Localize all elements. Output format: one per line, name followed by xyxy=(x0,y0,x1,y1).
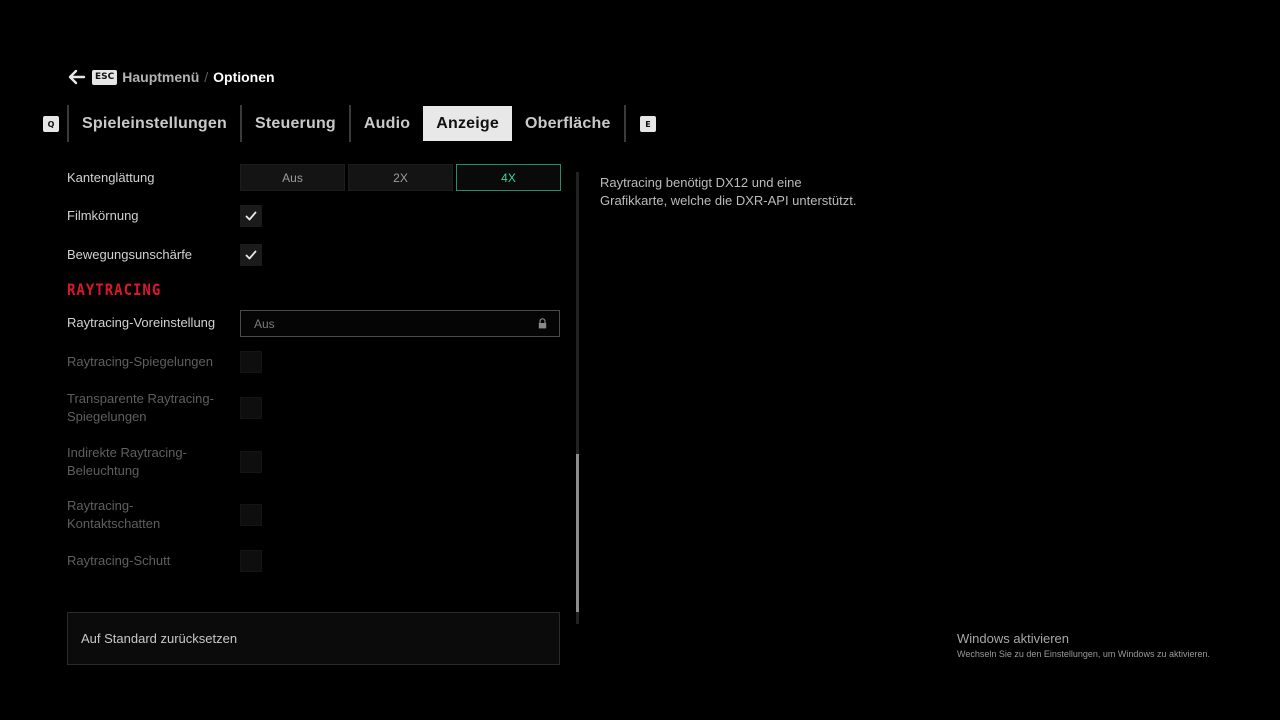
antialiasing-option-4x[interactable]: 4X xyxy=(456,164,561,191)
antialiasing-label: Kantenglättung xyxy=(67,170,155,185)
film-grain-label: Filmkörnung xyxy=(67,208,139,223)
settings-scrollbar-thumb[interactable] xyxy=(576,454,579,612)
rt-indirect-lighting-label: Indirekte Raytracing- Beleuchtung xyxy=(67,444,187,480)
windows-activation-title: Windows aktivieren xyxy=(957,631,1069,646)
checkmark-icon xyxy=(245,211,257,221)
tab-audio[interactable]: Audio xyxy=(351,106,423,141)
antialiasing-option-off[interactable]: Aus xyxy=(240,164,345,191)
rt-preset-value: Aus xyxy=(254,316,275,331)
rt-contact-shadows-label: Raytracing- Kontaktschatten xyxy=(67,497,160,533)
next-tab-key-badge[interactable]: E xyxy=(640,116,656,132)
breadcrumb-separator: / xyxy=(204,69,209,85)
film-grain-checkbox[interactable] xyxy=(240,205,262,227)
rt-transparent-reflections-label: Transparente Raytracing- Spiegelungen xyxy=(67,390,214,426)
tab-oberflaeche[interactable]: Oberfläche xyxy=(512,106,624,141)
motion-blur-label: Bewegungsunschärfe xyxy=(67,247,193,262)
description-line: Raytracing benötigt DX12 und eine xyxy=(600,175,802,190)
tab-spieleinstellungen[interactable]: Spieleinstellungen xyxy=(69,106,240,141)
motion-blur-checkbox[interactable] xyxy=(240,244,262,266)
label-line: Beleuchtung xyxy=(67,463,140,478)
label-line: Indirekte Raytracing- xyxy=(67,445,187,460)
rt-transparent-reflections-checkbox xyxy=(240,397,262,419)
rt-preset-label: Raytracing-Voreinstellung xyxy=(67,315,216,330)
label-line: Transparente Raytracing- xyxy=(67,391,214,406)
label-line: Spiegelungen xyxy=(67,409,147,424)
breadcrumb-current: Optionen xyxy=(213,69,275,85)
label-line: Kontaktschatten xyxy=(67,516,161,531)
rt-reflections-checkbox xyxy=(240,351,262,373)
label-line: Raytracing- xyxy=(67,498,134,513)
raytracing-section-title: RAYTRACING xyxy=(67,281,162,300)
esc-key-badge[interactable]: ESC xyxy=(92,69,118,85)
rt-debris-label: Raytracing-Schutt xyxy=(67,553,171,568)
windows-activation-subtitle: Wechseln Sie zu den Einstellungen, um Wi… xyxy=(957,649,1210,659)
arrow-left-icon[interactable] xyxy=(68,68,86,86)
prev-tab-key-badge[interactable]: Q xyxy=(43,116,59,132)
reset-defaults-button[interactable]: Auf Standard zurücksetzen xyxy=(67,612,560,665)
tab-divider xyxy=(623,105,626,142)
rt-reflections-label: Raytracing-Spiegelungen xyxy=(67,354,213,369)
tab-steuerung[interactable]: Steuerung xyxy=(242,106,349,141)
lock-icon xyxy=(538,318,547,329)
breadcrumb: ESC Hauptmenü / Optionen xyxy=(68,68,275,86)
tab-bar: Spieleinstellungen Steuerung Audio Anzei… xyxy=(67,105,626,142)
rt-indirect-lighting-checkbox xyxy=(240,451,262,473)
rt-preset-dropdown[interactable]: Aus xyxy=(240,310,560,337)
checkmark-icon xyxy=(245,250,257,260)
options-screen: ESC Hauptmenü / Optionen Q Spieleinstell… xyxy=(0,0,1280,720)
tab-anzeige[interactable]: Anzeige xyxy=(423,106,512,141)
description-line: Grafikkarte, welche die DXR-API unterstü… xyxy=(600,193,857,208)
antialiasing-option-2x[interactable]: 2X xyxy=(348,164,453,191)
setting-description: Raytracing benötigt DX12 und eine Grafik… xyxy=(600,174,900,210)
rt-debris-checkbox xyxy=(240,550,262,572)
breadcrumb-main-menu[interactable]: Hauptmenü xyxy=(122,69,199,85)
rt-contact-shadows-checkbox xyxy=(240,504,262,526)
